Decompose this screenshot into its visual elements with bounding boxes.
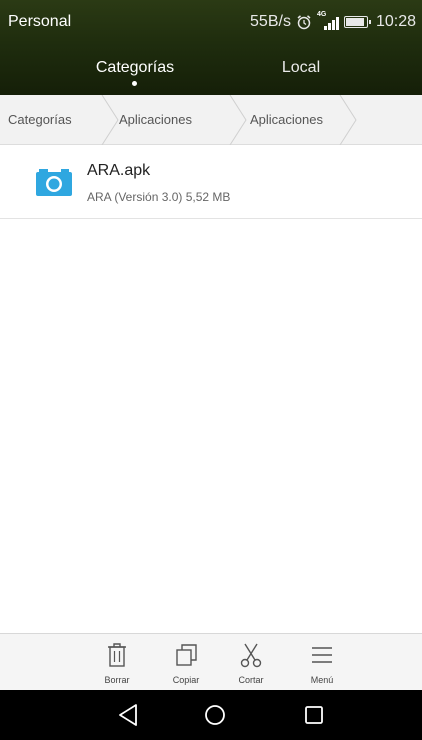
breadcrumb-item-aplicaciones-current[interactable]: Aplicaciones — [250, 95, 323, 145]
file-name: ARA.apk — [87, 162, 151, 179]
chevron-right-icon — [101, 95, 119, 145]
cut-button[interactable]: Cortar — [221, 634, 281, 691]
menu-icon — [312, 647, 332, 663]
status-bar: Personal 55B/s 4G 10:28 — [0, 0, 422, 42]
breadcrumb: Categorías Aplicaciones Aplicaciones — [0, 95, 422, 145]
file-meta: ARA (Versión 3.0) 5,52 MB — [87, 190, 231, 204]
trash-icon — [108, 643, 126, 667]
network-speed: 55B/s — [250, 13, 291, 30]
system-nav-bar — [0, 690, 422, 740]
app-header: Personal 55B/s 4G 10:28 Categorías Local — [0, 0, 422, 95]
chevron-right-icon — [339, 95, 357, 145]
tab-local[interactable]: Local — [226, 59, 376, 77]
recents-icon[interactable] — [303, 703, 325, 727]
copy-icon — [176, 644, 197, 666]
scissors-icon — [240, 643, 262, 668]
chevron-right-icon — [229, 95, 247, 145]
bottom-toolbar: Borrar Copiar Cortar Menú — [0, 633, 422, 690]
camera-icon — [36, 169, 72, 196]
signal-icon: 4G — [317, 11, 339, 30]
tab-bar: Categorías Local — [0, 48, 422, 95]
copy-button[interactable]: Copiar — [156, 634, 216, 691]
menu-label: Menú — [310, 675, 334, 685]
menu-button[interactable]: Menú — [292, 634, 352, 691]
status-icons: 55B/s 4G 10:28 — [245, 11, 416, 31]
delete-label: Borrar — [104, 675, 130, 685]
home-icon[interactable] — [203, 703, 227, 727]
copy-label: Copiar — [172, 675, 200, 685]
breadcrumb-item-aplicaciones[interactable]: Aplicaciones — [119, 95, 192, 145]
delete-button[interactable]: Borrar — [87, 634, 147, 691]
tab-selected-indicator — [132, 81, 137, 86]
carrier-name: Personal — [8, 13, 72, 30]
alarm-icon — [296, 14, 312, 30]
battery-icon — [343, 16, 371, 28]
clock: 10:28 — [375, 13, 416, 30]
tab-categorias[interactable]: Categorías — [60, 59, 210, 77]
list-item[interactable]: ARA.apk ARA (Versión 3.0) 5,52 MB — [0, 145, 422, 219]
back-icon[interactable] — [117, 703, 139, 727]
cut-label: Cortar — [238, 675, 264, 685]
breadcrumb-item-categorias[interactable]: Categorías — [8, 95, 72, 145]
